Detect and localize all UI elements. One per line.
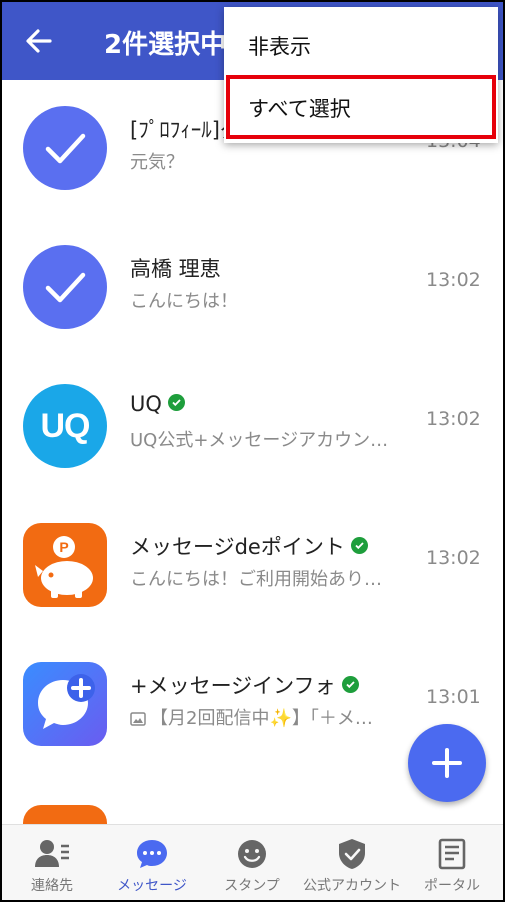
back-arrow-icon[interactable] <box>22 24 56 58</box>
page-title: 2件選択中 <box>104 30 227 60</box>
uq-logo-avatar: UQ <box>23 384 107 468</box>
portal-icon <box>438 838 466 870</box>
tab-official-accounts[interactable]: 公式アカウント <box>302 825 402 900</box>
message-preview: UQ公式+メッセージアカウン… <box>130 430 389 451</box>
contact-name: 高橋 理恵 <box>130 257 221 281</box>
image-icon <box>130 712 146 726</box>
contact-name: UQ <box>130 392 185 416</box>
piggy-bank-icon: P <box>23 523 107 607</box>
verified-badge-icon <box>350 536 368 554</box>
menu-item-hide[interactable]: 非表示 <box>224 15 498 77</box>
tab-messages[interactable]: メッセージ <box>102 825 202 900</box>
list-item[interactable]: 高橋 理恵 こんにちは！ 13:02 <box>2 221 503 360</box>
message-preview: こんにちは！ <box>130 291 238 312</box>
new-message-button[interactable] <box>408 724 486 802</box>
list-item[interactable]: UQ UQ UQ公式+メッセージアカウン… 13:02 <box>2 360 503 499</box>
bottom-navigation: 連絡先 メッセージ スタンプ 公式アカウント ポータル <box>2 824 503 900</box>
svg-text:P: P <box>59 539 68 555</box>
message-preview: 元気？ <box>130 152 184 173</box>
message-time: 13:02 <box>426 408 481 430</box>
verified-badge-icon <box>341 675 359 693</box>
verified-badge-icon <box>167 393 185 411</box>
contact-name: +メッセージインフォ <box>130 670 359 700</box>
tab-stamps[interactable]: スタンプ <box>202 825 302 900</box>
selected-check-icon <box>23 106 107 190</box>
message-preview: 【月2回配信中✨】「＋メ… <box>130 704 373 730</box>
contacts-icon <box>35 840 69 867</box>
chat-plus-icon <box>23 662 107 746</box>
shield-check-icon <box>339 839 365 869</box>
highlight-box <box>226 75 496 139</box>
contact-name: メッセージdeポイント <box>130 531 368 561</box>
message-time: 13:02 <box>426 269 481 291</box>
selected-check-icon <box>23 245 107 329</box>
list-item[interactable]: P メッセージdeポイント こんにちは！ご利用開始あり… 13:02 <box>2 499 503 638</box>
tab-portal[interactable]: ポータル <box>402 825 502 900</box>
stamp-icon <box>238 840 266 868</box>
screen: 2件選択中 [ﾌﾟﾛﾌｨｰﾙ]ダシブ 花子 元気？ 13:04 高橋 理恵 こん… <box>2 2 503 900</box>
message-icon <box>137 840 167 868</box>
message-time: 13:01 <box>426 686 481 708</box>
tab-contacts[interactable]: 連絡先 <box>2 825 102 900</box>
message-preview: こんにちは！ご利用開始あり… <box>130 569 382 590</box>
message-time: 13:02 <box>426 547 481 569</box>
